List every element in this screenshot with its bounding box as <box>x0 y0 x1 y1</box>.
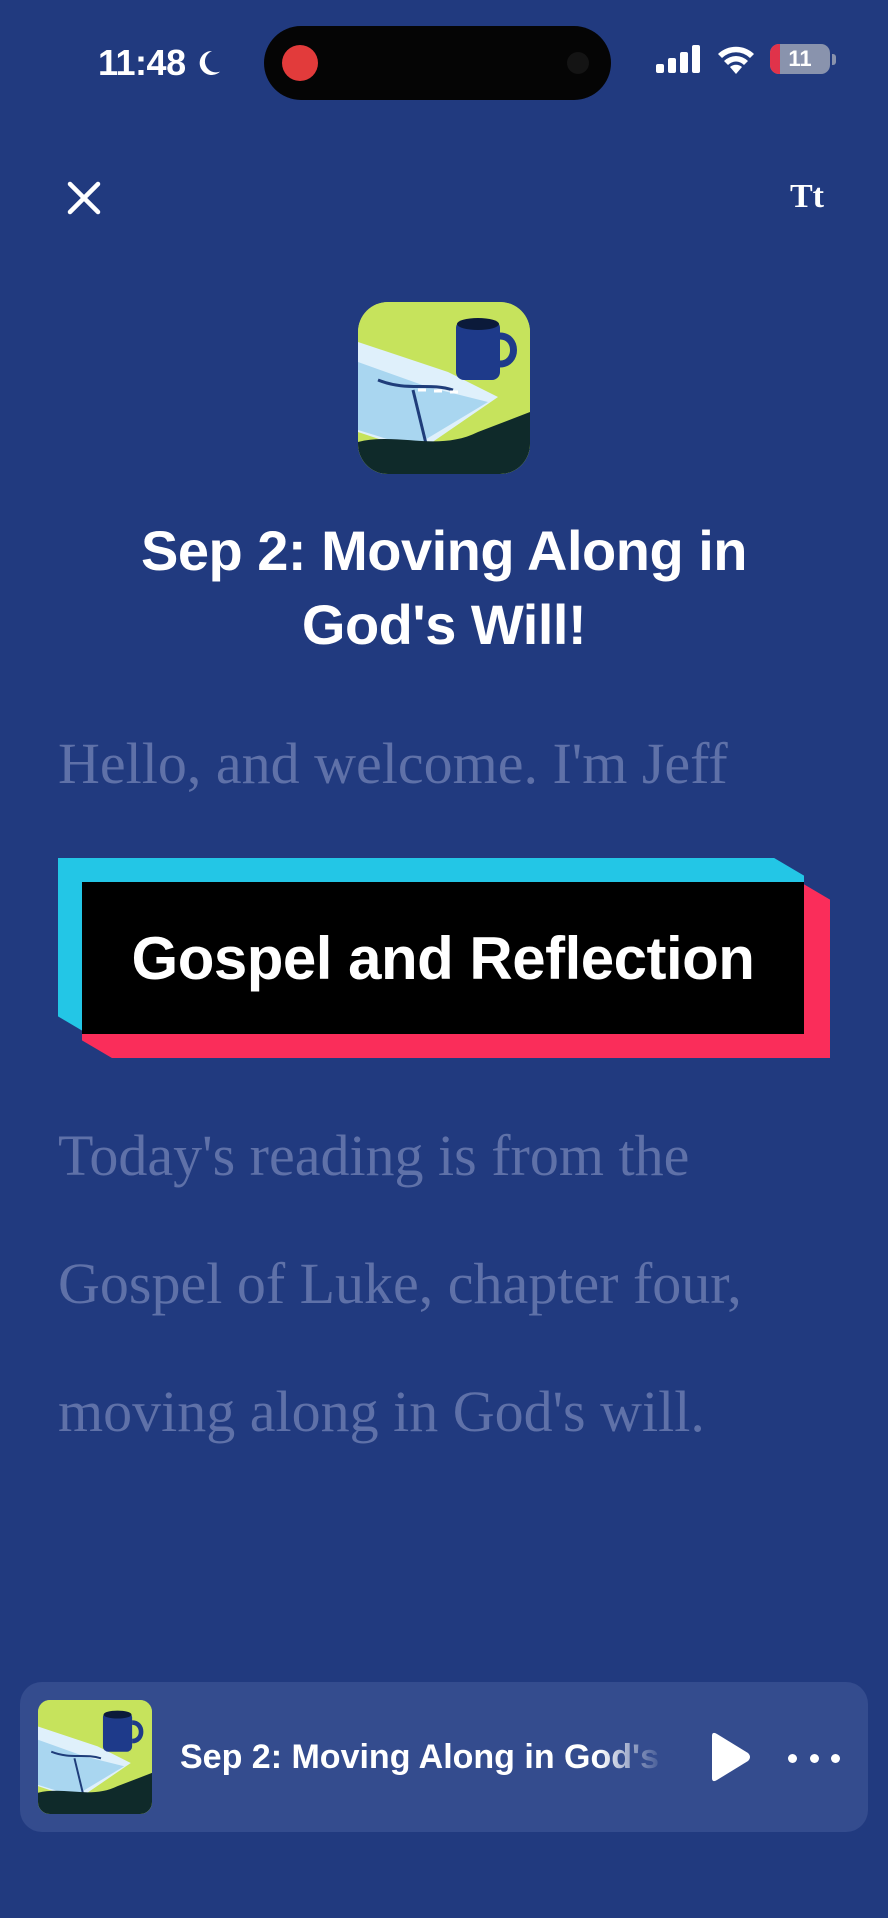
bible-coffee-illustration <box>38 1700 152 1814</box>
cellular-signal-icon <box>656 45 700 73</box>
status-time-text: 11:48 <box>98 42 186 83</box>
close-icon <box>67 181 101 215</box>
battery-icon: 11 <box>770 44 830 74</box>
banner-black-layer: Gospel and Reflection <box>82 882 804 1034</box>
bible-coffee-illustration <box>358 302 530 474</box>
mini-player[interactable]: Sep 2: Moving Along in God's Will! <box>20 1682 868 1832</box>
banner-text: Gospel and Reflection <box>131 924 755 992</box>
more-options-icon <box>788 1753 797 1763</box>
transcript-paragraph: Today's reading is from the Gospel of Lu… <box>58 1123 742 1444</box>
close-button[interactable] <box>62 176 106 220</box>
status-indicators: 11 <box>656 44 836 74</box>
camera-icon <box>567 52 589 74</box>
wifi-icon <box>718 46 754 74</box>
battery-level: 11 <box>788 46 812 71</box>
recording-indicator-icon <box>282 45 318 81</box>
more-options-icon <box>809 1753 819 1763</box>
episode-title: Sep 2: Moving Along in God's Will! <box>140 519 748 656</box>
text-size-button[interactable]: Tt <box>790 178 824 216</box>
status-time: 11:48 <box>98 42 224 84</box>
mini-player-artwork <box>38 1700 152 1814</box>
status-bar: 11:48 11 <box>0 0 888 130</box>
episode-artwork <box>358 302 530 474</box>
moon-icon <box>199 50 220 75</box>
play-icon <box>712 1732 750 1782</box>
mini-player-title: Sep 2: Moving Along in God's Will! <box>180 1738 666 1776</box>
more-options-icon <box>831 1753 840 1763</box>
play-button[interactable] <box>700 1728 756 1786</box>
overlay-banner: Gospel and Reflection <box>58 858 830 1058</box>
dynamic-island <box>264 26 611 100</box>
battery-tip <box>832 53 836 65</box>
more-options-button[interactable] <box>788 1738 840 1778</box>
transcript: Hello, and welcome. I'm Jeff Today's rea… <box>58 700 838 1476</box>
